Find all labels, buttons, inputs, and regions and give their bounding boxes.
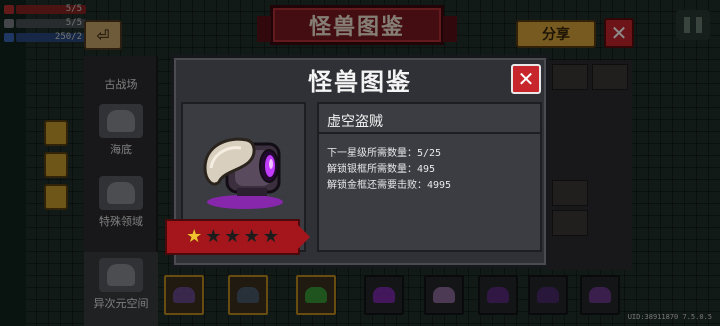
star-icon: ★	[205, 226, 222, 247]
monster-info-panel: 虚空盗贼 下一星级所需数量：5/25 解锁银框所需数量：495 解锁金框还需要击…	[317, 102, 542, 252]
star-rating-ribbon: ★ ★ ★ ★ ★	[165, 219, 310, 255]
monster-stats: 下一星级所需数量：5/25 解锁银框所需数量：495 解锁金框还需要击败：499…	[327, 146, 451, 194]
star-icon: ★	[243, 226, 260, 247]
next-star-value: 5/25	[417, 148, 442, 159]
gold-frame-requirement: 解锁金框还需要击败：4995	[327, 178, 451, 194]
gold-frame-label: 解锁金框还需要击败：	[327, 180, 427, 191]
silver-frame-requirement: 解锁银框所需数量：495	[327, 162, 451, 178]
monster-name: 虚空盗贼	[319, 104, 540, 134]
modal-close-button[interactable]: ✕	[511, 64, 541, 94]
void-thief-icon	[203, 137, 283, 209]
close-icon: ✕	[517, 67, 535, 91]
next-star-requirement: 下一星级所需数量：5/25	[327, 146, 451, 162]
silver-frame-label: 解锁银框所需数量：	[327, 164, 417, 175]
silver-frame-value: 495	[417, 164, 436, 175]
gold-frame-value: 4995	[427, 180, 452, 191]
star-icon: ★	[224, 226, 241, 247]
star-icon: ★	[262, 226, 279, 247]
star-icon: ★	[186, 226, 203, 247]
next-star-label: 下一星级所需数量：	[327, 148, 417, 159]
modal-title: 怪兽图鉴	[308, 68, 412, 96]
